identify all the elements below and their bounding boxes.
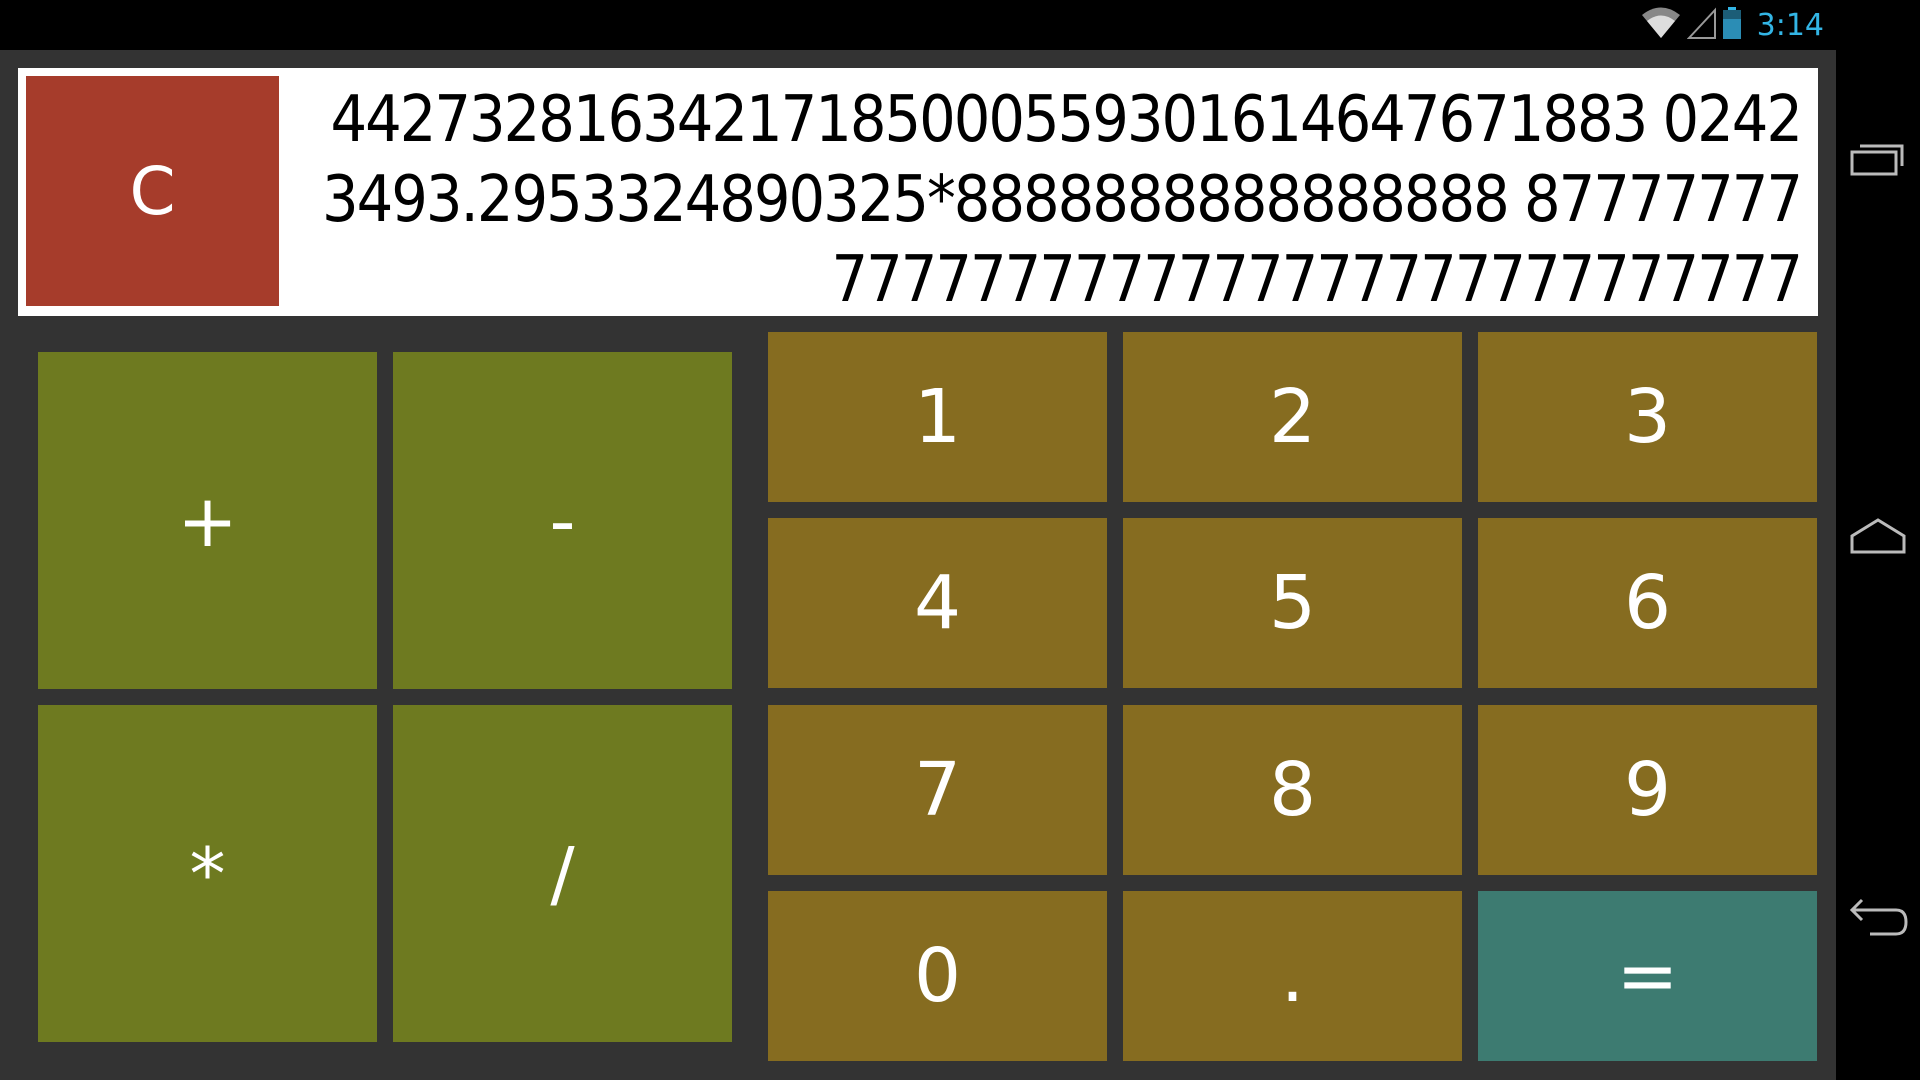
screen: 3:14 C 442732816342171850005593016146476… bbox=[0, 0, 1920, 1080]
recent-apps-icon bbox=[1848, 138, 1908, 182]
calculator-app: C 44273281634217185000559301614647671883… bbox=[0, 50, 1836, 1080]
navigation-bar bbox=[1836, 0, 1920, 1080]
plus-button[interactable]: + bbox=[38, 352, 377, 689]
digit-2-button[interactable]: 2 bbox=[1123, 332, 1462, 502]
digit-8-button[interactable]: 8 bbox=[1123, 705, 1462, 875]
home-button[interactable] bbox=[1836, 478, 1920, 598]
status-time: 3:14 bbox=[1756, 7, 1824, 43]
wifi-icon bbox=[1641, 6, 1681, 44]
status-bar: 3:14 bbox=[0, 0, 1836, 50]
divide-button[interactable]: / bbox=[393, 705, 732, 1042]
status-icons: 3:14 bbox=[1641, 0, 1824, 50]
digit-1-button[interactable]: 1 bbox=[768, 332, 1107, 502]
recent-apps-button[interactable] bbox=[1836, 100, 1920, 220]
display-panel: C 44273281634217185000559301614647671883… bbox=[18, 68, 1818, 316]
back-button[interactable] bbox=[1836, 860, 1920, 980]
expression-display: 44273281634217185000559301614647671883 0… bbox=[322, 83, 1801, 310]
clear-button[interactable]: C bbox=[26, 76, 279, 306]
digit-5-button[interactable]: 5 bbox=[1123, 518, 1462, 688]
multiply-button[interactable]: * bbox=[38, 705, 377, 1042]
digit-7-button[interactable]: 7 bbox=[768, 705, 1107, 875]
digit-9-button[interactable]: 9 bbox=[1478, 705, 1817, 875]
signal-icon bbox=[1686, 6, 1717, 44]
minus-button[interactable]: - bbox=[393, 352, 732, 689]
back-icon bbox=[1846, 896, 1910, 944]
decimal-point-button[interactable]: . bbox=[1123, 891, 1462, 1061]
digit-0-button[interactable]: 0 bbox=[768, 891, 1107, 1061]
digit-3-button[interactable]: 3 bbox=[1478, 332, 1817, 502]
home-icon bbox=[1848, 516, 1908, 560]
battery-icon bbox=[1722, 7, 1741, 43]
digit-6-button[interactable]: 6 bbox=[1478, 518, 1817, 688]
equals-button[interactable]: = bbox=[1478, 891, 1817, 1061]
digit-4-button[interactable]: 4 bbox=[768, 518, 1107, 688]
